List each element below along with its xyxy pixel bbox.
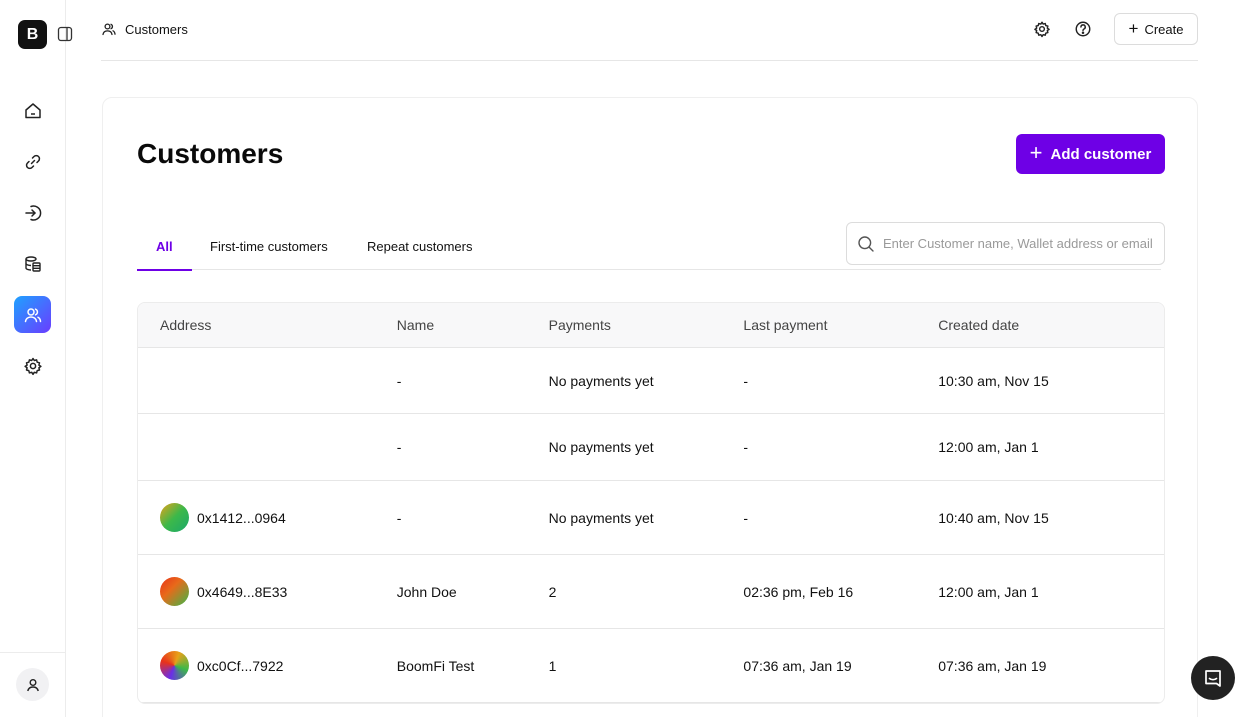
chat-icon (1205, 670, 1221, 687)
help-icon[interactable] (1074, 20, 1092, 38)
sidebar-divider (0, 652, 66, 653)
column-header-last-payment[interactable]: Last payment (743, 317, 938, 333)
tab-first-time[interactable]: First-time customers (210, 222, 328, 270)
user-avatar-button[interactable] (16, 668, 49, 701)
wallet-avatar (160, 503, 189, 532)
cell-name: - (396, 509, 402, 526)
table-row[interactable]: - No payments yet - 10:30 am, Nov 15 (138, 348, 1164, 414)
brand-logo[interactable]: B (18, 20, 47, 49)
wallet-avatar (160, 577, 189, 606)
address-text: 0xc0Cf...7922 (197, 657, 284, 674)
sidebar-item-customers[interactable] (14, 296, 51, 333)
arrow-in-icon (24, 204, 41, 221)
cell-last-payment: - (743, 439, 749, 455)
column-header-payments[interactable]: Payments (549, 317, 744, 333)
search-input[interactable] (883, 236, 1153, 251)
plus-icon: + (1029, 140, 1043, 165)
cell-name: - (396, 372, 402, 389)
cell-created-date: 12:00 am, Jan 1 (938, 583, 1039, 600)
tab-repeat[interactable]: Repeat customers (367, 222, 473, 270)
support-chat-button[interactable] (1191, 656, 1235, 700)
cell-name: - (396, 439, 402, 455)
cell-payments: 1 (548, 657, 557, 674)
tab-label: All (156, 238, 173, 254)
table-header: Address Name Payments Last payment Creat… (138, 303, 1164, 348)
table-row[interactable]: - No payments yet - 12:00 am, Jan 1 (138, 414, 1164, 481)
column-header-name[interactable]: Name (397, 317, 549, 333)
address-text: 0x4649...8E33 (197, 583, 288, 600)
cell-address: 0xc0Cf...7922 (138, 651, 397, 680)
customers-card: Customers + Add customer All First-time … (102, 97, 1198, 717)
add-customer-label: Add customer (1050, 145, 1152, 163)
column-header-created-date[interactable]: Created date (938, 317, 1164, 333)
cell-payments: No payments yet (548, 439, 654, 455)
cell-created-date: 10:40 am, Nov 15 (938, 509, 1049, 526)
users-icon (24, 307, 41, 322)
sidebar-item-home[interactable] (14, 92, 51, 129)
tab-label: First-time customers (210, 238, 328, 254)
address-text: 0x1412...0964 (197, 509, 286, 526)
add-customer-button[interactable]: + Add customer (1016, 134, 1165, 174)
create-button-label: Create (1144, 21, 1184, 37)
cell-name: BoomFi Test (396, 657, 475, 674)
table-row[interactable]: 0x1412...0964 - No payments yet - 10:40 … (138, 481, 1164, 555)
link-icon (25, 154, 40, 169)
cell-name: John Doe (396, 583, 457, 600)
gear-icon (23, 357, 42, 375)
create-button[interactable]: + Create (1114, 13, 1198, 45)
cell-payments: No payments yet (548, 509, 654, 526)
cell-created-date: 07:36 am, Jan 19 (938, 657, 1047, 674)
tab-all[interactable]: All (137, 222, 192, 271)
customers-table: Address Name Payments Last payment Creat… (137, 302, 1165, 704)
column-header-address[interactable]: Address (138, 317, 397, 333)
sidebar-item-payments-in[interactable] (14, 194, 51, 231)
brand-logo-letter: B (26, 25, 39, 43)
cell-payments: No payments yet (548, 372, 654, 389)
sidebar-item-database[interactable] (14, 245, 51, 282)
sidebar-item-settings[interactable] (14, 347, 51, 384)
cell-last-payment: - (743, 372, 749, 389)
cell-last-payment: 07:36 am, Jan 19 (743, 657, 852, 674)
table-row[interactable]: 0x4649...8E33 John Doe 2 02:36 pm, Feb 1… (138, 555, 1164, 629)
app-root: B Customers + Create Customers + Add cus… (0, 0, 1235, 717)
breadcrumb: Customers (101, 21, 188, 37)
cell-address: 0x1412...0964 (138, 503, 397, 532)
cell-created-date: 10:30 am, Nov 15 (938, 372, 1049, 389)
table-row[interactable]: 0xc0Cf...7922 BoomFi Test 1 07:36 am, Ja… (138, 629, 1164, 703)
top-bar: Customers + Create (101, 0, 1198, 61)
cell-created-date: 12:00 am, Jan 1 (938, 439, 1039, 455)
user-icon (26, 678, 39, 691)
breadcrumb-label: Customers (125, 21, 188, 37)
cell-address: 0x4649...8E33 (138, 577, 397, 606)
sidebar: B (0, 0, 73, 717)
wallet-avatar (160, 651, 189, 680)
home-icon (24, 102, 41, 118)
plus-icon: + (1128, 18, 1139, 38)
search-icon (858, 235, 874, 252)
tab-label: Repeat customers (367, 238, 473, 254)
cell-payments: 2 (548, 583, 557, 600)
database-icon (24, 255, 41, 272)
search-box[interactable] (846, 222, 1165, 265)
page-title: Customers (137, 138, 284, 169)
sidebar-item-links[interactable] (14, 143, 51, 180)
cell-last-payment: - (743, 509, 749, 526)
cell-last-payment: 02:36 pm, Feb 16 (743, 583, 854, 600)
sidebar-collapse-icon[interactable] (57, 26, 73, 42)
settings-gear-icon[interactable] (1033, 20, 1051, 38)
users-icon (102, 23, 116, 36)
